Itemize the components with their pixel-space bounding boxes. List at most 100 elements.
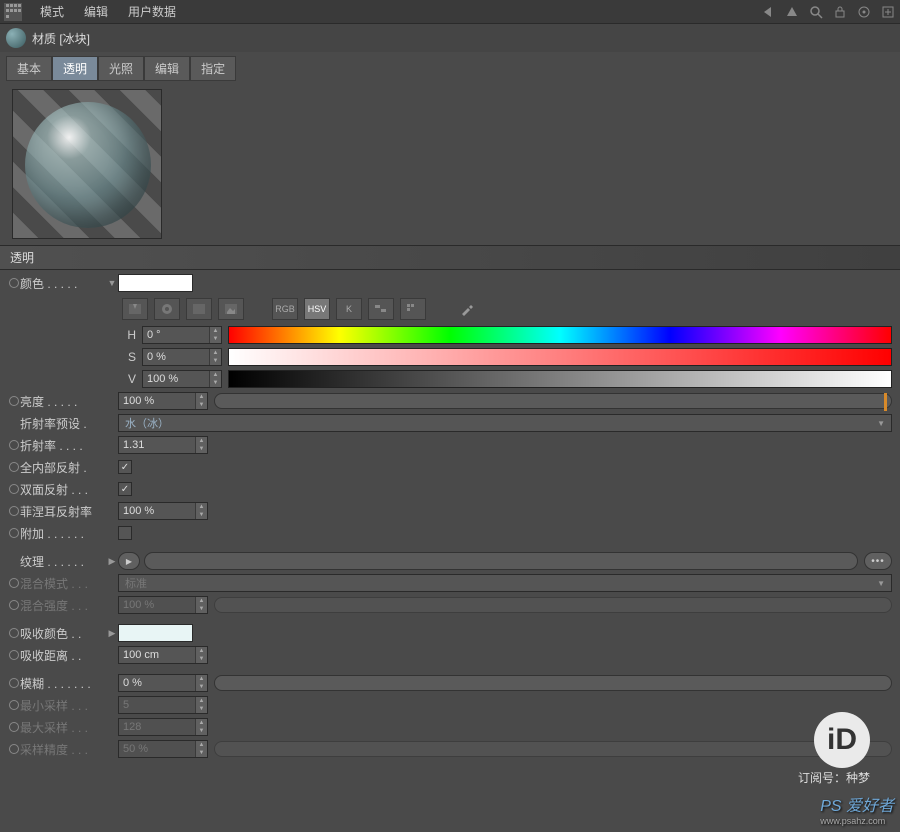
spinner-down-icon[interactable]: ▼: [210, 335, 221, 343]
disclosure-icon[interactable]: ▶: [106, 556, 118, 567]
label-v: V: [122, 372, 136, 386]
chevron-down-icon: ▼: [877, 579, 885, 588]
label-sample-precision: 采样精度 . . .: [20, 741, 106, 758]
animatable-icon[interactable]: [9, 528, 19, 538]
value-slider[interactable]: [228, 370, 892, 388]
tool-k[interactable]: K: [336, 298, 362, 320]
label-texture: 纹理 . . . . . .: [20, 553, 106, 570]
input-brightness[interactable]: 100 %▲▼: [118, 392, 208, 410]
row-brightness: 亮度 . . . . . 100 %▲▼: [8, 390, 892, 412]
label-fresnel: 菲涅耳反射率: [20, 503, 106, 520]
animatable-icon[interactable]: [9, 462, 19, 472]
label-double-sided: 双面反射 . . .: [20, 481, 106, 498]
animatable-icon[interactable]: [9, 578, 19, 588]
input-blur[interactable]: 0 %▲▼: [118, 674, 208, 692]
nav-back-icon[interactable]: [760, 4, 776, 20]
texture-menu-button[interactable]: •••: [864, 552, 892, 570]
animatable-icon[interactable]: [9, 600, 19, 610]
animatable-icon[interactable]: [9, 278, 19, 288]
row-absorption-dist: 吸收距离 . . 100 cm▲▼: [8, 644, 892, 666]
label-brightness: 亮度 . . . . .: [20, 393, 106, 410]
tab-transparency[interactable]: 透明: [52, 56, 98, 81]
label-refraction: 折射率 . . . .: [20, 437, 106, 454]
input-s[interactable]: 0 %▲▼: [142, 348, 222, 366]
menu-userdata[interactable]: 用户数据: [118, 3, 186, 20]
tool-image-icon[interactable]: [218, 298, 244, 320]
animatable-icon[interactable]: [9, 484, 19, 494]
tool-spectrum-icon[interactable]: [122, 298, 148, 320]
animatable-icon[interactable]: [9, 744, 19, 754]
animatable-icon[interactable]: [9, 722, 19, 732]
row-mix-mode: 混合模式 . . . 标准▼: [8, 572, 892, 594]
label-color: 颜色 . . . . .: [20, 275, 106, 292]
label-absorption-color: 吸收颜色 . .: [20, 625, 106, 642]
tool-swatch-icon[interactable]: [186, 298, 212, 320]
label-refraction-preset: 折射率预设 .: [20, 415, 106, 432]
input-v[interactable]: 100 %▲▼: [142, 370, 222, 388]
input-absorption-dist[interactable]: 100 cm▲▼: [118, 646, 208, 664]
row-mix-strength: 混合强度 . . . 100 %▲▼: [8, 594, 892, 616]
color-picker-tools: RGB HSV K: [8, 294, 892, 324]
absorption-color-swatch[interactable]: [118, 624, 193, 642]
label-max-samples: 最大采样 . . .: [20, 719, 106, 736]
tab-basic[interactable]: 基本: [6, 56, 52, 81]
row-min-samples: 最小采样 . . . 5▲▼: [8, 694, 892, 716]
tabs: 基本 透明 光照 编辑 指定: [0, 52, 900, 83]
texture-field[interactable]: [144, 552, 858, 570]
watermark-subscription: 订阅号：种梦: [798, 769, 870, 786]
saturation-slider[interactable]: [228, 348, 892, 366]
row-blur: 模糊 . . . . . . . 0 %▲▼: [8, 672, 892, 694]
lock-icon[interactable]: [832, 4, 848, 20]
row-sample-precision: 采样精度 . . . 50 %▲▼: [8, 738, 892, 760]
checkbox-total-internal[interactable]: ✓: [118, 460, 132, 474]
animatable-icon[interactable]: [9, 506, 19, 516]
tool-swatches-icon[interactable]: [400, 298, 426, 320]
target-icon[interactable]: [856, 4, 872, 20]
slider-brightness[interactable]: [214, 393, 892, 409]
row-refraction-preset: 折射率预设 . 水（冰）▼: [8, 412, 892, 434]
slider-blur[interactable]: [214, 675, 892, 691]
input-refraction[interactable]: 1.31▲▼: [118, 436, 208, 454]
animatable-icon[interactable]: [9, 650, 19, 660]
disclosure-icon[interactable]: ▼: [106, 278, 118, 288]
dropdown-mix-mode: 标准▼: [118, 574, 892, 592]
texture-nav-button[interactable]: ▶: [118, 552, 140, 570]
animatable-icon[interactable]: [9, 678, 19, 688]
eyedropper-icon[interactable]: [454, 298, 480, 320]
input-fresnel[interactable]: 100 %▲▼: [118, 502, 208, 520]
hsv-s-row: S 0 %▲▼: [8, 346, 892, 368]
row-color: 颜色 . . . . . ▼: [8, 272, 892, 294]
menu-edit[interactable]: 编辑: [74, 3, 118, 20]
material-thumb-icon: [6, 28, 26, 48]
input-min-samples: 5▲▼: [118, 696, 208, 714]
disclosure-icon[interactable]: ▶: [106, 628, 118, 639]
tab-luminance[interactable]: 光照: [98, 56, 144, 81]
menu-mode[interactable]: 模式: [30, 3, 74, 20]
slider-sample-precision: [214, 741, 892, 757]
animatable-icon[interactable]: [9, 700, 19, 710]
spinner-up-icon[interactable]: ▲: [210, 327, 221, 335]
tool-wheel-icon[interactable]: [154, 298, 180, 320]
animatable-icon[interactable]: [9, 440, 19, 450]
nav-up-icon[interactable]: [784, 4, 800, 20]
tab-editor[interactable]: 编辑: [144, 56, 190, 81]
hue-slider[interactable]: [228, 326, 892, 344]
tool-mixer-icon[interactable]: [368, 298, 394, 320]
checkbox-additive[interactable]: ✓: [118, 526, 132, 540]
input-h[interactable]: 0 °▲▼: [142, 326, 222, 344]
material-preview[interactable]: [12, 89, 162, 239]
color-swatch[interactable]: [118, 274, 193, 292]
new-panel-icon[interactable]: [880, 4, 896, 20]
tool-hsv[interactable]: HSV: [304, 298, 330, 320]
tab-assign[interactable]: 指定: [190, 56, 236, 81]
hsv-v-row: V 100 %▲▼: [8, 368, 892, 390]
dropdown-refraction-preset[interactable]: 水（冰）▼: [118, 414, 892, 432]
animatable-icon[interactable]: [9, 628, 19, 638]
search-icon[interactable]: [808, 4, 824, 20]
animatable-icon[interactable]: [9, 396, 19, 406]
checkbox-double-sided[interactable]: ✓: [118, 482, 132, 496]
tool-rgb[interactable]: RGB: [272, 298, 298, 320]
app-grid-icon[interactable]: [4, 3, 22, 21]
hsv-h-row: H 0 °▲▼: [8, 324, 892, 346]
row-texture: 纹理 . . . . . . ▶ ▶ •••: [8, 550, 892, 572]
